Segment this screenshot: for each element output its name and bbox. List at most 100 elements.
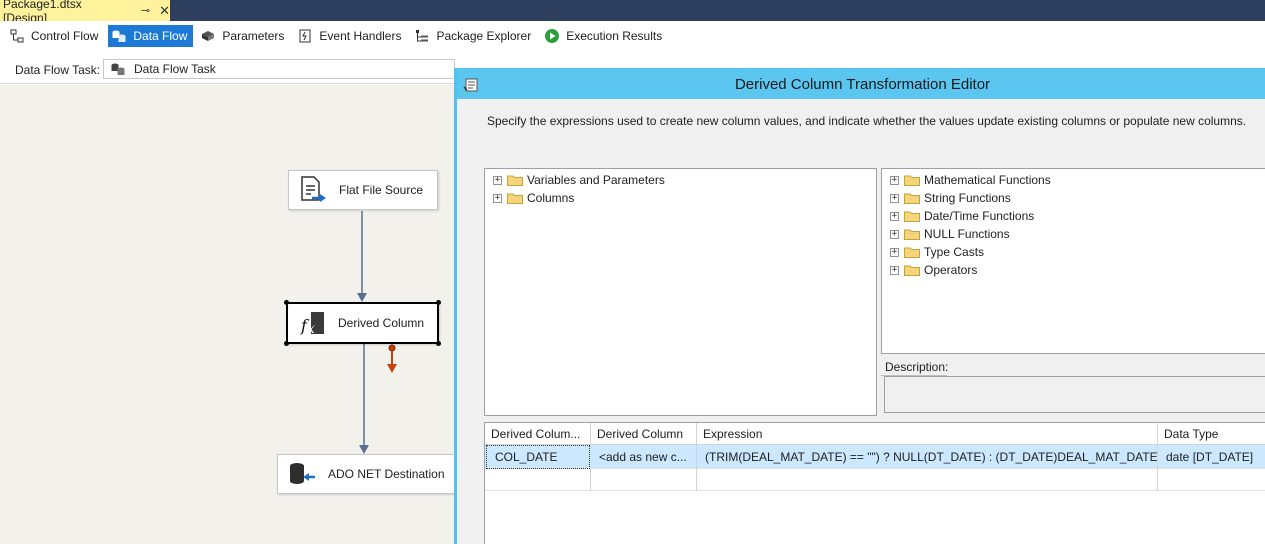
plus-icon[interactable]: + xyxy=(890,265,899,275)
cell-data-type[interactable]: date [DT_DATE] xyxy=(1158,445,1265,469)
connector-arrowhead xyxy=(359,445,369,454)
component-ado-net-destination[interactable]: ADO NET Destination xyxy=(277,454,455,494)
component-label: Flat File Source xyxy=(339,183,424,197)
header-data-type[interactable]: Data Type xyxy=(1158,423,1265,445)
header-derived-column-name[interactable]: Derived Colum... xyxy=(485,423,591,445)
folder-icon xyxy=(904,228,920,240)
selection-handle[interactable] xyxy=(436,300,441,305)
tree-node-label: NULL Functions xyxy=(924,227,1010,241)
dialog-title-bar[interactable]: Derived Column Transformation Editor xyxy=(457,69,1265,99)
tree-node-label: Mathematical Functions xyxy=(924,173,1051,187)
error-output-arrowhead xyxy=(387,364,397,373)
plus-icon[interactable]: + xyxy=(890,247,899,257)
tab-control-flow[interactable]: Control Flow xyxy=(6,25,104,47)
close-icon[interactable]: ✕ xyxy=(159,3,170,19)
dialog-description: Specify the expressions used to create n… xyxy=(487,114,1247,128)
selection-handle[interactable] xyxy=(436,341,441,346)
plus-icon[interactable]: + xyxy=(890,211,899,221)
tree-node-variables-parameters[interactable]: + Variables and Parameters xyxy=(493,172,665,188)
document-tab-strip: Package1.dtsx [Design] ⊸ ✕ xyxy=(0,0,1265,25)
tab-label: Event Handlers xyxy=(319,29,402,43)
task-label: Data Flow Task: xyxy=(15,63,101,77)
tree-node-label: String Functions xyxy=(924,191,1011,205)
flat-file-source-icon xyxy=(297,174,329,206)
tab-label: Control Flow xyxy=(31,29,99,43)
document-tab-package1[interactable]: Package1.dtsx [Design] ⊸ ✕ xyxy=(0,0,170,25)
tab-label: Data Flow xyxy=(133,29,188,43)
connector-arrowhead xyxy=(357,293,367,302)
plus-icon[interactable]: + xyxy=(890,229,899,239)
table-row[interactable]: COL_DATE <add as new c... (TRIM(DEAL_MAT… xyxy=(485,445,1265,469)
derived-column-editor-dialog: Derived Column Transformation Editor Spe… xyxy=(454,68,1265,544)
parameters-icon xyxy=(200,28,216,44)
play-icon xyxy=(544,28,560,44)
pin-icon[interactable]: ⊸ xyxy=(141,4,150,17)
tree-node-string-functions[interactable]: + String Functions xyxy=(890,190,1011,206)
tab-label: Execution Results xyxy=(566,29,663,43)
tree-node-label: Operators xyxy=(924,263,978,277)
data-flow-icon xyxy=(111,28,127,44)
dialog-title: Derived Column Transformation Editor xyxy=(734,75,991,93)
tree-node-null-functions[interactable]: + NULL Functions xyxy=(890,226,1010,242)
design-surface[interactable]: Flat File Source fx Derived Column ADO N… xyxy=(0,85,455,544)
svg-text:x: x xyxy=(307,321,315,337)
component-derived-column[interactable]: fx Derived Column xyxy=(286,302,439,344)
tab-label: Parameters xyxy=(222,29,285,43)
task-value: Data Flow Task xyxy=(134,62,216,76)
header-derived-column[interactable]: Derived Column xyxy=(591,423,697,445)
header-expression[interactable]: Expression xyxy=(697,423,1158,445)
function-description-box xyxy=(884,376,1265,413)
component-label: ADO NET Destination xyxy=(328,467,445,481)
cell-empty[interactable] xyxy=(697,469,1158,491)
folder-icon xyxy=(904,192,920,204)
function-description-label: Description: xyxy=(881,358,948,376)
cell-empty[interactable] xyxy=(591,469,697,491)
error-output-dot xyxy=(388,344,396,352)
component-label: Derived Column xyxy=(338,316,425,330)
tree-node-mathematical-functions[interactable]: + Mathematical Functions xyxy=(890,172,1051,188)
folder-icon xyxy=(507,174,523,186)
tree-node-label: Date/Time Functions xyxy=(924,209,1035,223)
selection-handle[interactable] xyxy=(284,341,289,346)
folder-icon xyxy=(904,210,920,222)
folder-icon xyxy=(904,246,920,258)
table-row-new[interactable] xyxy=(485,469,1265,491)
selection-handle[interactable] xyxy=(284,300,289,305)
folder-icon xyxy=(904,264,920,276)
tree-node-date-time-functions[interactable]: + Date/Time Functions xyxy=(890,208,1034,224)
variables-columns-tree[interactable]: + Variables and Parameters + Columns xyxy=(484,168,877,416)
plus-icon[interactable]: + xyxy=(493,193,502,203)
plus-icon[interactable]: + xyxy=(890,193,899,203)
tree-node-label: Variables and Parameters xyxy=(527,173,665,187)
tab-execution-results[interactable]: Execution Results xyxy=(541,25,668,47)
cell-expression[interactable]: (TRIM(DEAL_MAT_DATE) == "") ? NULL(DT_DA… xyxy=(697,445,1158,469)
plus-icon[interactable]: + xyxy=(890,175,899,185)
dialog-app-icon xyxy=(463,78,479,92)
folder-icon xyxy=(904,174,920,186)
event-handlers-icon xyxy=(297,28,313,44)
tree-node-columns[interactable]: + Columns xyxy=(493,190,574,206)
control-flow-icon xyxy=(9,28,25,44)
tree-node-type-casts[interactable]: + Type Casts xyxy=(890,244,984,260)
grid-header: Derived Colum... Derived Column Expressi… xyxy=(485,423,1265,445)
ado-net-destination-icon xyxy=(286,458,318,490)
tree-node-label: Type Casts xyxy=(924,245,985,259)
data-flow-task-select[interactable]: Data Flow Task xyxy=(103,59,455,79)
derived-column-grid[interactable]: Derived Colum... Derived Column Expressi… xyxy=(484,422,1265,544)
designer-tab-bar: Control Flow Data Flow Parameters Event … xyxy=(0,21,1265,51)
cell-derived-column-name[interactable]: COL_DATE xyxy=(486,445,590,469)
tab-parameters[interactable]: Parameters xyxy=(197,25,290,47)
cell-empty[interactable] xyxy=(485,469,591,491)
functions-tree[interactable]: + Mathematical Functions + String Functi… xyxy=(881,168,1265,354)
plus-icon[interactable]: + xyxy=(493,175,502,185)
tab-data-flow[interactable]: Data Flow xyxy=(108,25,194,47)
cell-empty[interactable] xyxy=(1158,469,1265,491)
tree-node-label: Columns xyxy=(527,191,575,205)
tree-node-operators[interactable]: + Operators xyxy=(890,262,977,278)
tab-event-handlers[interactable]: Event Handlers xyxy=(294,25,407,47)
fx-icon: fx xyxy=(296,307,328,339)
component-flat-file-source[interactable]: Flat File Source xyxy=(288,170,438,210)
tab-package-explorer[interactable]: Package Explorer xyxy=(411,25,537,47)
data-flow-task-icon xyxy=(110,62,126,76)
cell-derived-column[interactable]: <add as new c... xyxy=(591,445,697,469)
